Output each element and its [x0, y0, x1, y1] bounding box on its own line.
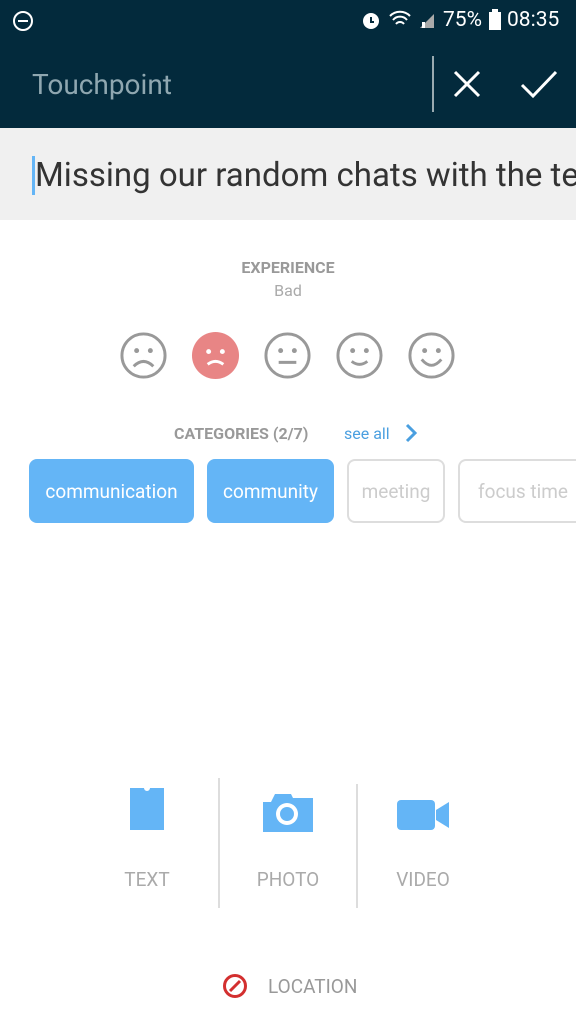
video-camera-icon [397, 800, 449, 830]
do-not-disturb-icon [13, 11, 33, 31]
wifi-icon [389, 10, 411, 25]
signal-icon [420, 14, 434, 28]
neutral-face-icon[interactable] [263, 331, 312, 380]
close-icon[interactable] [452, 69, 482, 99]
video-label: VIDEO [396, 868, 450, 891]
category-chip-meeting[interactable]: meeting [347, 459, 445, 523]
chip-label: communication [45, 479, 178, 503]
category-chip-community[interactable]: community [207, 459, 334, 523]
photo-label: PHOTO [256, 868, 320, 891]
category-chip-communication[interactable]: communication [29, 459, 194, 523]
add-video-button[interactable]: VIDEO [353, 780, 493, 891]
check-icon[interactable] [520, 69, 558, 99]
note-icon [130, 788, 164, 830]
chip-label: meeting [361, 479, 431, 503]
divider [432, 56, 434, 112]
battery-icon [489, 9, 501, 30]
experience-label: EXPERIENCE [241, 258, 335, 277]
text-label: TEXT [124, 868, 170, 891]
input-value[interactable]: Missing our random chats with the team [32, 156, 576, 195]
very-bad-face-icon[interactable] [119, 331, 168, 380]
good-face-icon[interactable] [335, 331, 384, 380]
clock: 08:35 [507, 8, 560, 32]
category-chip-focus-time[interactable]: focus time [458, 459, 576, 523]
status-bar: 75% 08:35 [0, 0, 576, 40]
page-title: Touchpoint [32, 68, 172, 101]
location-label: LOCATION [268, 974, 358, 998]
chip-label: focus time [478, 479, 568, 503]
touchpoint-text-input[interactable]: Missing our random chats with the team [0, 128, 576, 220]
see-all-link[interactable]: see all [344, 424, 390, 443]
very-good-face-icon[interactable] [407, 331, 456, 380]
alarm-icon [363, 13, 379, 29]
categories-label: CATEGORIES (2/7) [174, 424, 309, 443]
battery-percent: 75% [443, 8, 482, 32]
add-text-button[interactable]: TEXT [77, 780, 217, 891]
camera-icon [263, 794, 313, 832]
experience-value: Bad [274, 281, 302, 300]
location-disabled-icon [223, 974, 247, 998]
app-bar: Touchpoint [0, 40, 576, 128]
chevron-right-icon[interactable] [404, 423, 418, 443]
experience-rating [119, 331, 456, 380]
chip-label: community [223, 479, 318, 503]
add-photo-button[interactable]: PHOTO [218, 780, 358, 891]
location-toggle[interactable]: LOCATION [222, 972, 357, 1000]
bad-face-icon[interactable] [191, 331, 240, 380]
